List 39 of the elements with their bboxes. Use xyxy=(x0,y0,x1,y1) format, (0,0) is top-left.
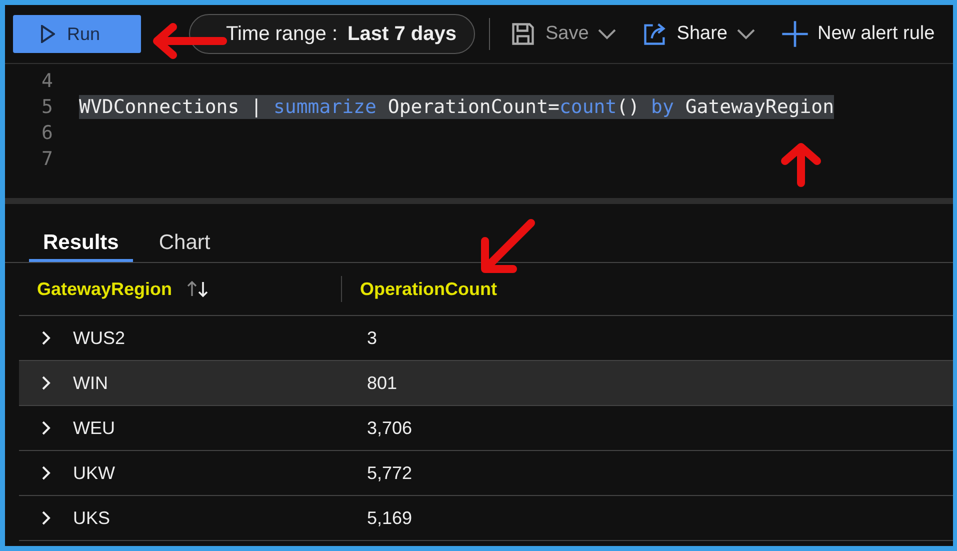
column-header[interactable]: OperationCount xyxy=(342,278,497,300)
line-number: 4 xyxy=(40,70,54,92)
table-row[interactable]: UKS 5,169 xyxy=(19,496,953,541)
table-row[interactable]: UKW 5,772 xyxy=(19,451,953,496)
table-cell: UKS xyxy=(73,508,110,528)
sort-icon xyxy=(186,280,210,298)
table-cell: 801 xyxy=(367,372,398,392)
table-cell: UKW xyxy=(73,462,115,484)
table-cell: 3 xyxy=(367,328,378,348)
play-icon xyxy=(41,25,55,43)
chevron-down-icon xyxy=(598,28,616,40)
run-button[interactable]: Run xyxy=(13,15,141,53)
expand-icon[interactable] xyxy=(41,421,51,435)
share-button[interactable]: Share xyxy=(636,21,760,47)
arrow-icon xyxy=(151,23,227,59)
line-number: 5 xyxy=(40,96,54,118)
table-cell: WEU xyxy=(73,418,115,438)
column-header[interactable]: GatewayRegion xyxy=(19,278,341,300)
expand-icon[interactable] xyxy=(41,466,51,480)
table-cell: WIN xyxy=(73,372,108,394)
table-cell: 5,169 xyxy=(367,508,412,528)
plus-icon xyxy=(780,20,808,48)
share-icon xyxy=(642,21,668,47)
save-icon xyxy=(510,21,536,47)
chevron-down-icon xyxy=(736,28,754,40)
line-number: 7 xyxy=(40,148,54,170)
line-number: 6 xyxy=(40,122,54,144)
table-cell: 5,772 xyxy=(367,462,412,482)
table-cell: 3,706 xyxy=(367,418,412,438)
expand-icon[interactable] xyxy=(41,331,51,345)
table-row[interactable]: WIN 801 xyxy=(19,361,953,406)
expand-icon[interactable] xyxy=(41,511,51,525)
table-row[interactable]: WEU 3,706 xyxy=(19,406,953,451)
alert-button[interactable]: New alert rule xyxy=(774,20,941,48)
expand-icon[interactable] xyxy=(41,376,51,390)
time-range-picker[interactable]: Time range : Last 7 days xyxy=(189,14,476,54)
table-cell: WUS2 xyxy=(73,328,126,348)
results-tab[interactable]: Results xyxy=(29,226,133,262)
results-tab[interactable]: Chart xyxy=(144,226,224,262)
